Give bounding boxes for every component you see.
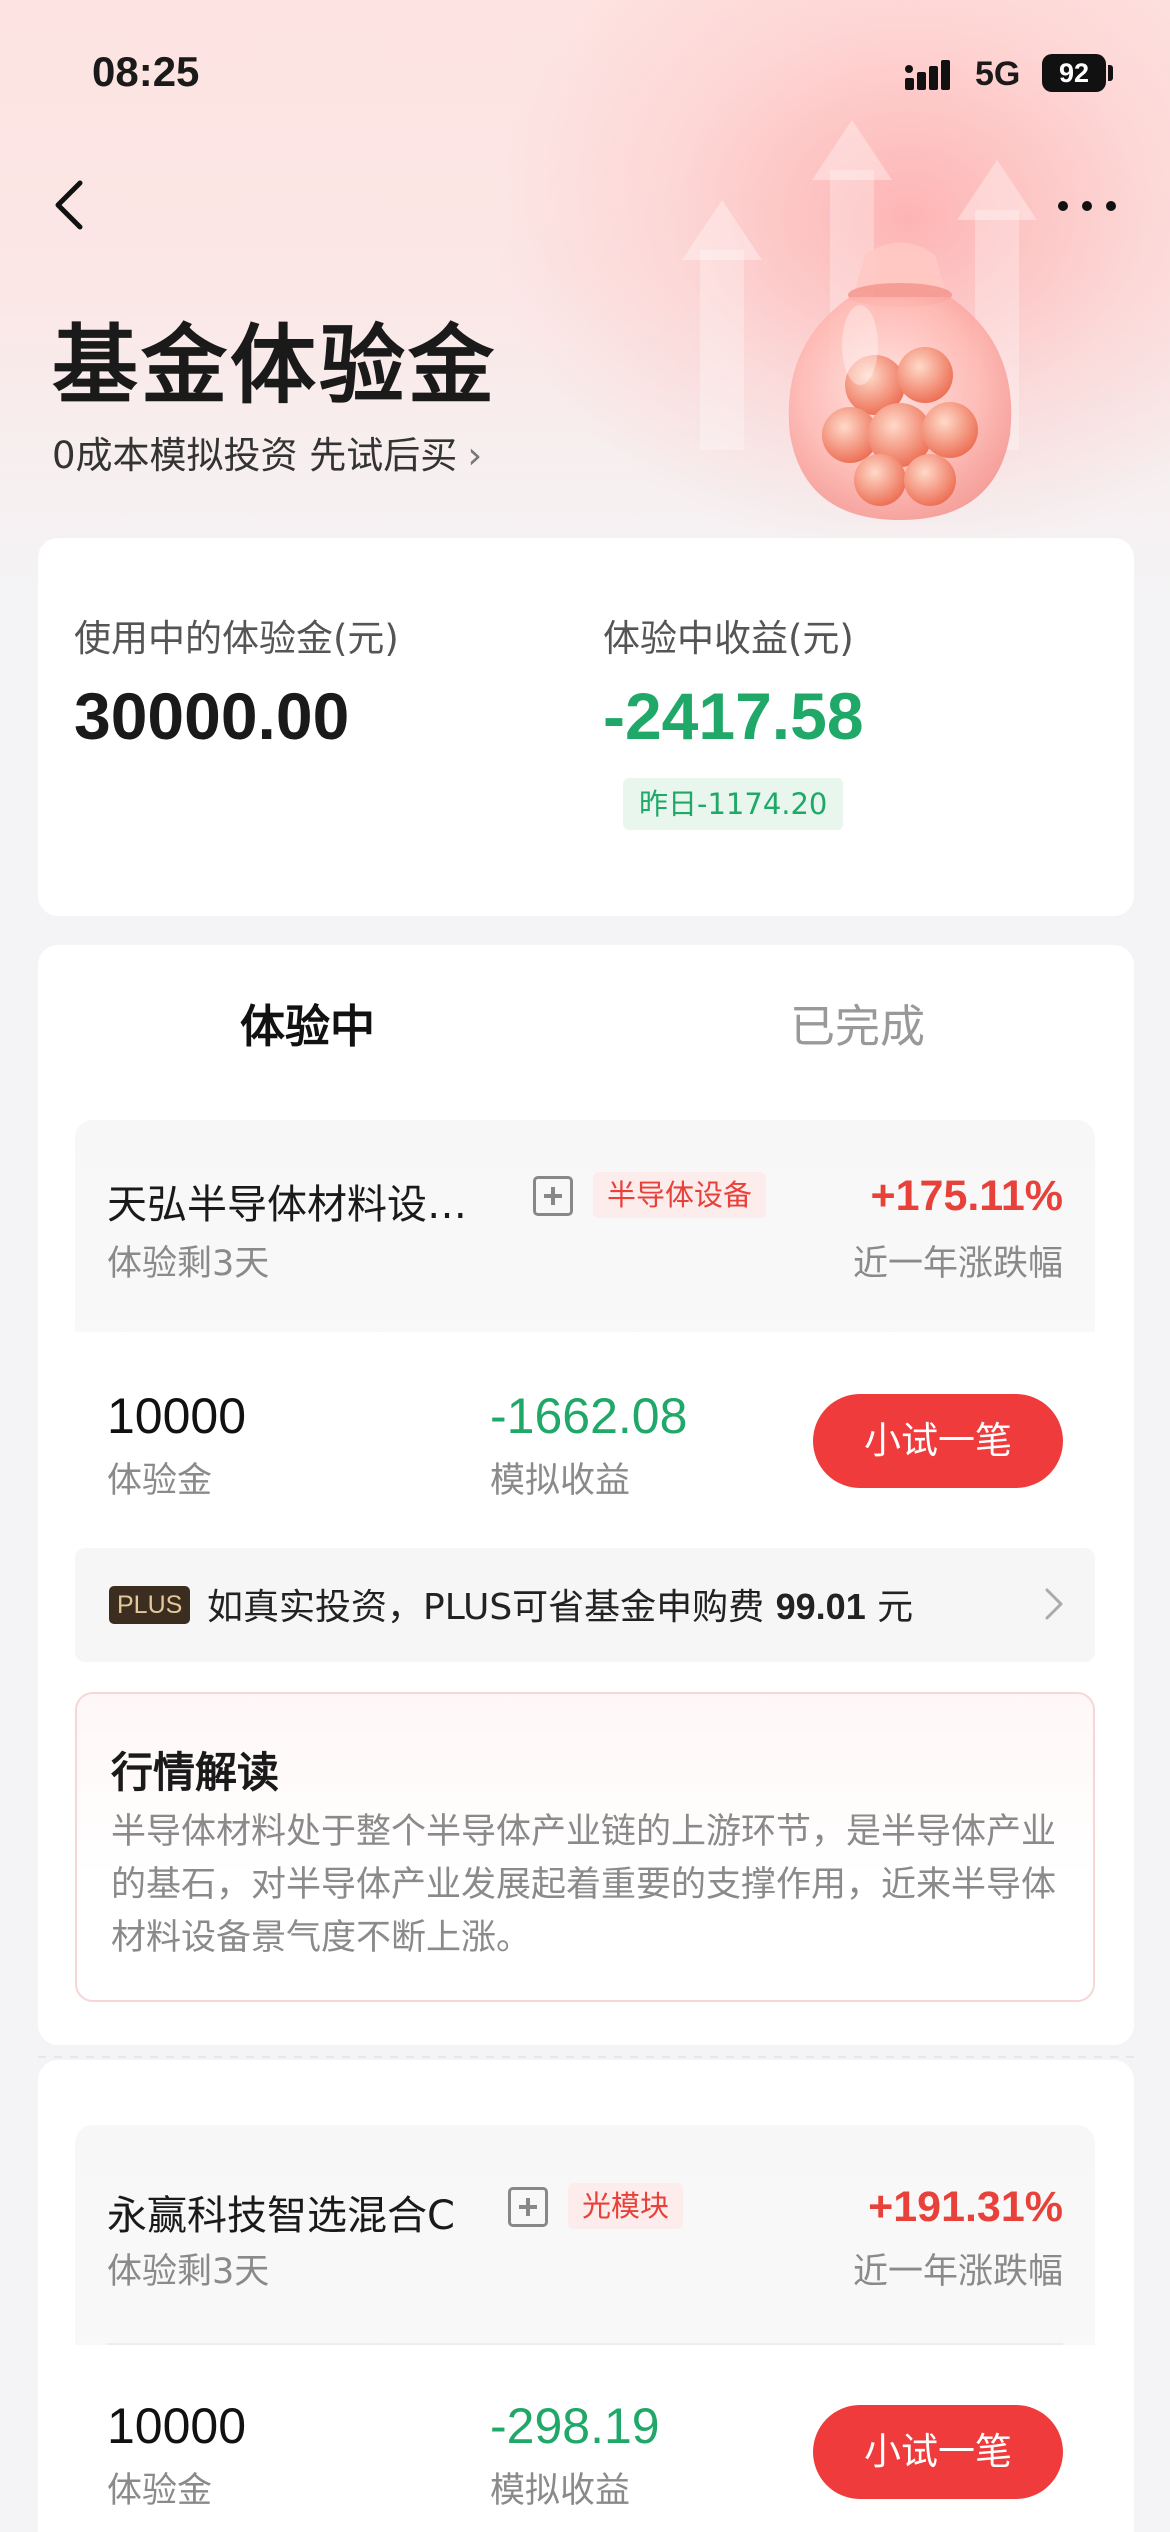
- try-buy-button[interactable]: 小试一笔: [813, 1394, 1063, 1488]
- plus-badge: PLUS: [109, 1586, 191, 1624]
- in-use-label: 使用中的体验金(元): [74, 617, 399, 660]
- subtitle-text: 0成本模拟投资 先试后买: [52, 434, 458, 477]
- network-label: 5G: [975, 55, 1021, 93]
- back-arrow-icon[interactable]: [48, 175, 92, 235]
- fund-return-pct: +175.11%: [870, 1172, 1064, 1220]
- plus-tip-amount: 99.01: [775, 1586, 866, 1627]
- signal-icon: [905, 60, 950, 90]
- trial-amount-label: 体验金: [107, 1461, 213, 1501]
- plus-tip-prefix: 如真实投资，PLUS可省基金申购费: [207, 1587, 776, 1628]
- plus-tip-text: 如真实投资，PLUS可省基金申购费 99.01 元: [207, 1578, 913, 1630]
- trial-amount: 10000: [107, 1388, 247, 1444]
- summary-card: 使用中的体验金(元) 30000.00 体验中收益(元) -2417.58 昨日…: [38, 538, 1134, 916]
- trial-amount-label: 体验金: [107, 2471, 213, 2511]
- tab-completed[interactable]: 已完成: [790, 990, 925, 1055]
- fund-name: 天弘半导体材料设…: [107, 1182, 467, 1228]
- sim-profit: -1662.08: [490, 1388, 688, 1444]
- remaining-days: 体验剩3天: [107, 1244, 270, 1284]
- tab-in-progress[interactable]: 体验中: [240, 990, 375, 1055]
- return-label: 近一年涨跌幅: [852, 2252, 1063, 2292]
- page-subtitle-link[interactable]: 0成本模拟投资 先试后买 ›: [52, 425, 482, 479]
- fund-return-pct: +191.31%: [868, 2183, 1063, 2231]
- fund-stats-row: 10000 体验金 -1662.08 模拟收益 小试一笔: [75, 1332, 1095, 1522]
- more-menu-icon[interactable]: [1055, 196, 1119, 216]
- chevron-right-icon: [1045, 1588, 1063, 1620]
- market-insight-box: 行情解读 半导体材料处于整个半导体产业链的上游环节，是半导体产业的基石，对半导体…: [75, 1692, 1095, 2002]
- plus-tip-unit: 元: [865, 1587, 914, 1628]
- page-title: 基金体验金: [52, 316, 497, 416]
- status-time: 08:25: [92, 48, 200, 95]
- return-label: 近一年涨跌幅: [852, 1244, 1063, 1284]
- add-watchlist-icon[interactable]: [533, 1176, 573, 1216]
- perforation-divider: [38, 2056, 1134, 2058]
- fund-name: 永赢科技智选混合C: [107, 2193, 455, 2239]
- profit-value: -2417.58: [603, 679, 864, 753]
- sim-profit-label: 模拟收益: [490, 1461, 631, 1501]
- plus-fee-tip[interactable]: PLUS 如真实投资，PLUS可省基金申购费 99.01 元: [75, 1548, 1095, 1662]
- battery-tip: [1108, 65, 1113, 81]
- sim-profit-label: 模拟收益: [490, 2471, 631, 2511]
- chevron-right-icon: ›: [467, 434, 483, 477]
- decor-arrow: [957, 160, 1037, 220]
- insight-body: 半导体材料处于整个半导体产业链的上游环节，是半导体产业的基石，对半导体产业发展起…: [111, 1812, 1057, 1958]
- profit-label: 体验中收益(元): [603, 617, 854, 660]
- fund-tag: 半导体设备: [593, 1172, 767, 1218]
- decor-bar: [700, 250, 744, 450]
- status-bar: 08:25 5G 92: [0, 0, 1170, 150]
- add-watchlist-icon[interactable]: [508, 2187, 548, 2227]
- battery-indicator: 92: [1042, 54, 1106, 92]
- try-buy-button[interactable]: 小试一笔: [813, 2405, 1063, 2499]
- trial-amount: 10000: [107, 2398, 247, 2454]
- insight-title: 行情解读: [111, 1748, 280, 1797]
- fund-tag: 光模块: [568, 2183, 684, 2229]
- remaining-days: 体验剩3天: [107, 2252, 270, 2292]
- money-bag-icon: [788, 242, 1012, 520]
- sim-profit: -298.19: [490, 2398, 660, 2454]
- yesterday-profit-badge: 昨日-1174.20: [623, 778, 844, 830]
- in-use-value: 30000.00: [74, 679, 350, 753]
- fund-stats-row: 10000 体验金 -298.19 模拟收益 小试一笔: [75, 2345, 1095, 2532]
- decor-arrow: [682, 200, 762, 260]
